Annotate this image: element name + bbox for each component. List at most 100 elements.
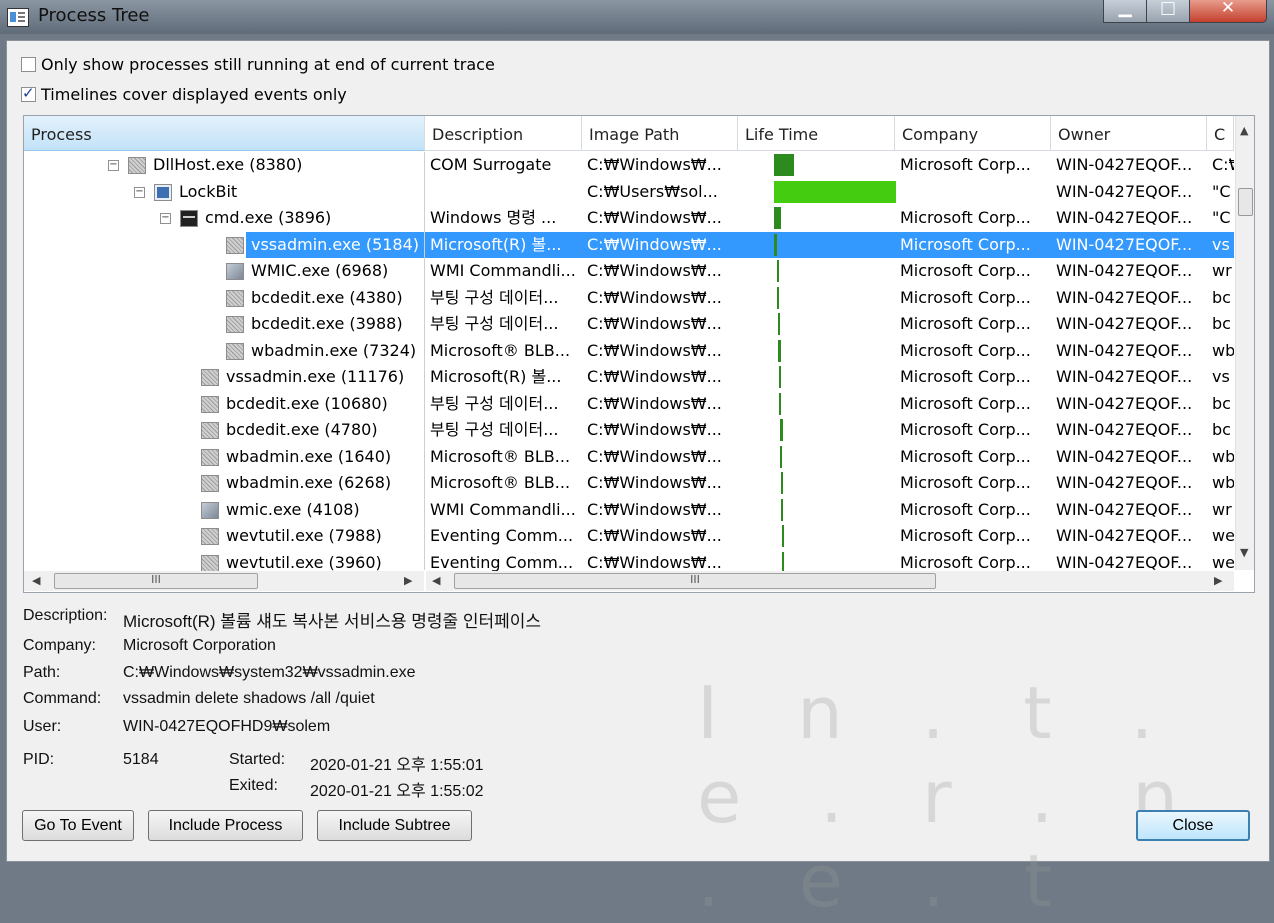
column-image-path[interactable]: Image Path: [582, 116, 738, 151]
process-description: Microsoft® BLB...: [430, 473, 571, 492]
description-value: Microsoft(R) 볼륨 섀도 복사본 서비스용 명령줄 인터페이스: [123, 612, 542, 631]
process-owner: WIN-0427EQOF...: [1056, 420, 1193, 439]
process-company: Microsoft Corp...: [900, 446, 1031, 466]
columns-scroll-right-icon[interactable]: ▶: [1214, 574, 1222, 587]
process-tree-view[interactable]: Process Description Image Path Life Time…: [23, 115, 1255, 593]
command-value: vssadmin delete shadows /all /quiet: [123, 690, 375, 707]
collapse-icon[interactable]: −: [160, 213, 171, 224]
vertical-scrollbar[interactable]: ▲ ▼: [1235, 116, 1254, 570]
process-icon: [201, 422, 219, 439]
life-time-bar: [774, 233, 777, 256]
timelines-label: Timelines cover displayed events only: [41, 84, 347, 104]
column-command[interactable]: C: [1207, 116, 1234, 151]
process-command: vs: [1207, 231, 1234, 258]
process-name[interactable]: bcdedit.exe (3988): [246, 311, 425, 337]
process-owner: WIN-0427EQOF...: [1056, 393, 1193, 413]
process-row[interactable]: vssadmin.exe (5184) Microsoft(R) 볼... C:₩W…: [24, 231, 1234, 258]
process-icon: [201, 554, 219, 572]
process-name[interactable]: WMIC.exe (6968): [246, 258, 425, 284]
process-row[interactable]: − LockBit C:₩Users₩sol... WIN-0427EQOF... "C: [24, 179, 1234, 205]
process-company: Microsoft Corp...: [900, 393, 1031, 413]
process-name[interactable]: bcdedit.exe (4780): [221, 417, 425, 443]
process-row[interactable]: wbadmin.exe (1640) Microsoft® BLB... C:₩Wi…: [24, 444, 1234, 470]
pid-label: PID:: [23, 751, 55, 768]
process-row[interactable]: bcdedit.exe (10680) 부팅 구성 데이터... C:₩Window…: [24, 391, 1234, 417]
include-subtree-button[interactable]: Include Subtree: [317, 810, 472, 841]
process-name[interactable]: LockBit: [174, 179, 425, 205]
columns-scroll-left-icon[interactable]: ◀: [432, 574, 440, 587]
process-row[interactable]: − DllHost.exe (8380) COM Surrogate C:₩Windo…: [24, 152, 1234, 178]
process-image-path: C:₩Windows₩...: [587, 473, 722, 492]
process-name[interactable]: DllHost.exe (8380): [148, 152, 425, 178]
close-window-button[interactable]: ✕: [1189, 0, 1267, 23]
maximize-button[interactable]: □: [1146, 0, 1190, 23]
process-row[interactable]: bcdedit.exe (4380) 부팅 구성 데이터... C:₩Windows…: [24, 285, 1234, 311]
process-name[interactable]: cmd.exe (3896): [200, 205, 425, 231]
process-name[interactable]: wevtutil.exe (7988): [221, 523, 425, 549]
collapse-icon[interactable]: −: [134, 186, 145, 198]
process-description: Eventing Comm...: [430, 526, 574, 545]
column-process[interactable]: Process: [24, 116, 425, 151]
columns-scroll-thumb[interactable]: III: [454, 573, 936, 589]
scroll-down-icon[interactable]: ▼: [1240, 546, 1248, 559]
vertical-scroll-thumb[interactable]: [1238, 188, 1253, 216]
process-command: wb: [1212, 473, 1234, 492]
process-description: 부팅 구성 데이터...: [430, 420, 559, 439]
close-button[interactable]: Close: [1136, 810, 1250, 841]
scroll-left-icon[interactable]: ◀: [32, 574, 40, 587]
process-life-time: [738, 417, 895, 443]
scroll-right-icon[interactable]: ▶: [404, 574, 412, 587]
life-time-bar: [781, 498, 783, 521]
process-company: Microsoft Corp...: [900, 526, 1031, 545]
timelines-option[interactable]: Timelines cover displayed events only: [21, 83, 347, 105]
column-description[interactable]: Description: [425, 116, 582, 151]
exited-value: 2020-01-21 오후 1:55:02: [310, 783, 484, 800]
life-time-bar: [778, 313, 780, 335]
column-company[interactable]: Company: [895, 116, 1051, 151]
process-row[interactable]: − cmd.exe (3896) Windows 명령 ... C:₩Windows₩…: [24, 205, 1234, 231]
timelines-checkbox[interactable]: [21, 84, 36, 102]
process-row[interactable]: wbadmin.exe (6268) Microsoft® BLB... C:₩Wi…: [24, 470, 1234, 496]
scroll-up-icon[interactable]: ▲: [1240, 124, 1248, 137]
include-process-button[interactable]: Include Process: [148, 810, 303, 841]
process-name[interactable]: vssadmin.exe (11176): [221, 364, 425, 390]
process-row[interactable]: wbadmin.exe (7324) Microsoft® BLB... C:₩Wi…: [24, 338, 1234, 364]
process-row[interactable]: wmic.exe (4108) WMI Commandli... C:₩Window…: [24, 497, 1234, 523]
process-name[interactable]: wmic.exe (4108): [221, 497, 425, 523]
process-command: wr: [1212, 499, 1232, 519]
process-name[interactable]: wbadmin.exe (7324): [246, 338, 425, 364]
process-row[interactable]: vssadmin.exe (11176) Microsoft(R) 볼... C:₩…: [24, 364, 1234, 390]
only-running-option[interactable]: Only show processes still running at end…: [21, 53, 495, 75]
process-life-time: [738, 391, 895, 417]
process-icon: [226, 342, 244, 360]
minimize-button[interactable]: ▁: [1103, 0, 1147, 23]
life-time-bar: [774, 207, 781, 229]
process-command: "C: [1212, 208, 1231, 227]
process-name[interactable]: wbadmin.exe (6268): [221, 470, 425, 496]
process-company: Microsoft Corp...: [895, 231, 1051, 258]
process-command: bc: [1212, 314, 1231, 333]
process-name[interactable]: vssadmin.exe (5184): [246, 231, 425, 258]
process-scroll-thumb[interactable]: III: [54, 573, 258, 589]
column-life-time[interactable]: Life Time: [738, 116, 895, 151]
collapse-icon[interactable]: −: [108, 160, 119, 171]
process-name[interactable]: wbadmin.exe (1640): [221, 444, 425, 470]
process-description: Microsoft(R) 볼...: [425, 231, 582, 258]
process-description: 부팅 구성 데이터...: [430, 287, 559, 307]
process-name[interactable]: bcdedit.exe (10680): [221, 391, 425, 417]
process-owner: WIN-0427EQOF...: [1056, 526, 1193, 545]
process-description: Microsoft(R) 볼...: [430, 367, 562, 386]
process-name[interactable]: bcdedit.exe (4380): [246, 285, 425, 311]
process-row[interactable]: bcdedit.exe (4780) 부팅 구성 데이터... C:₩Windows…: [24, 417, 1234, 443]
process-life-time: [738, 470, 895, 496]
go-to-event-button[interactable]: Go To Event: [22, 810, 134, 841]
column-divider: [424, 152, 425, 570]
process-row[interactable]: WMIC.exe (6968) WMI Commandli... C:₩Window…: [24, 258, 1234, 284]
process-row[interactable]: wevtutil.exe (7988) Eventing Comm... C:₩Wi…: [24, 523, 1234, 549]
process-owner: WIN-0427EQOF...: [1056, 287, 1193, 307]
process-row[interactable]: bcdedit.exe (3988) 부팅 구성 데이터... C:₩Windows…: [24, 311, 1234, 337]
columns-horizontal-scrollbar[interactable]: ◀ III ▶: [426, 571, 1234, 591]
column-owner[interactable]: Owner: [1051, 116, 1207, 151]
process-horizontal-scrollbar[interactable]: ◀ III ▶: [24, 571, 424, 591]
only-running-checkbox[interactable]: [21, 56, 36, 72]
